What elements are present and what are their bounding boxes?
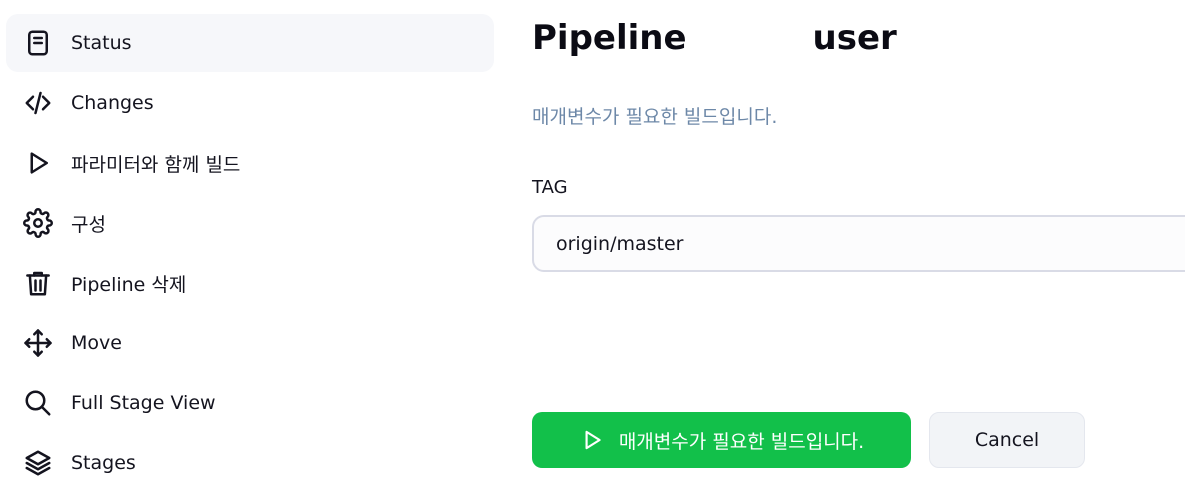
sidebar-item-changes[interactable]: Changes <box>6 74 494 132</box>
sidebar-item-label: Stages <box>71 452 136 474</box>
search-icon <box>22 387 54 419</box>
build-button-label: 매개변수가 필요한 빌드입니다. <box>618 430 865 453</box>
build-description: 매개변수가 필요한 빌드입니다. <box>532 106 778 128</box>
sidebar-item-label: Changes <box>71 92 154 114</box>
sidebar-item-label: 구성 <box>71 213 106 236</box>
page-title-pipeline: Pipeline <box>532 18 687 58</box>
layers-icon <box>22 447 54 479</box>
sidebar-item-delete-pipeline[interactable]: Pipeline 삭제 <box>6 254 494 312</box>
sidebar-item-stages[interactable]: Stages <box>6 434 494 492</box>
sidebar-item-label: Full Stage View <box>71 392 216 414</box>
sidebar-item-label: Move <box>71 332 122 354</box>
sidebar-item-label: Status <box>71 32 132 54</box>
page-title: Pipeline user <box>532 18 897 58</box>
sidebar-item-label: Pipeline 삭제 <box>71 273 187 296</box>
document-icon <box>22 27 54 59</box>
tag-parameter-input[interactable] <box>532 215 1185 272</box>
sidebar-item-label: 파라미터와 함께 빌드 <box>71 153 241 176</box>
sidebar-item-status[interactable]: Status <box>6 14 494 72</box>
page-title-name: user <box>812 18 897 58</box>
move-arrows-icon <box>22 327 54 359</box>
tag-parameter-label: TAG <box>532 177 568 198</box>
code-icon <box>22 87 54 119</box>
play-icon <box>22 147 54 179</box>
play-icon <box>579 427 605 453</box>
gear-icon <box>22 207 54 239</box>
build-button[interactable]: 매개변수가 필요한 빌드입니다. <box>532 412 911 468</box>
sidebar: Status Changes 파라미터와 함께 빌드 구성 Pipeline 삭… <box>6 14 494 494</box>
sidebar-item-full-stage-view[interactable]: Full Stage View <box>6 374 494 432</box>
sidebar-item-build-with-parameters[interactable]: 파라미터와 함께 빌드 <box>6 134 494 192</box>
cancel-button[interactable]: Cancel <box>929 412 1085 468</box>
sidebar-item-configure[interactable]: 구성 <box>6 194 494 252</box>
sidebar-item-move[interactable]: Move <box>6 314 494 372</box>
trash-icon <box>22 267 54 299</box>
